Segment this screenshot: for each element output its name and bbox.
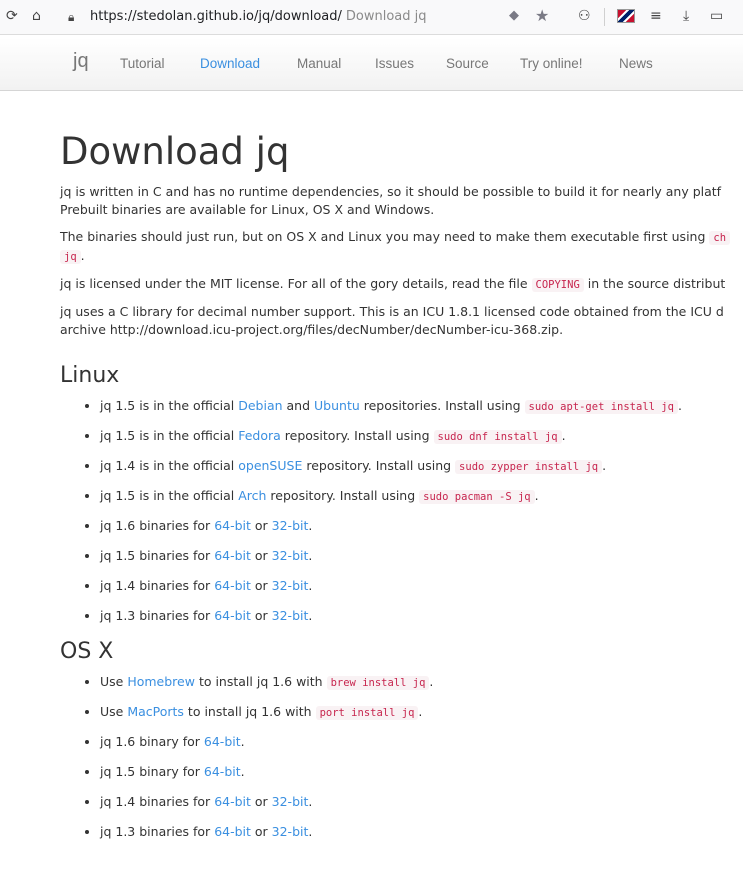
reading-list-icon[interactable]: ≡ <box>650 6 662 26</box>
linux-32bit-link[interactable]: 32-bit <box>272 608 309 623</box>
list-item: Use MacPorts to install jq 1.6 with port… <box>100 703 743 733</box>
homebrew-link[interactable]: Homebrew <box>127 674 195 689</box>
macports-link[interactable]: MacPorts <box>127 704 184 719</box>
linux-32bit-link[interactable]: 32-bit <box>272 578 309 593</box>
list-item: jq 1.5 binaries for 64-bit or 32-bit. <box>100 547 743 577</box>
nav-tutorial[interactable]: Tutorial <box>120 56 165 71</box>
list-item: Use Homebrew to install jq 1.6 with brew… <box>100 673 743 703</box>
nav-try-online[interactable]: Try online! <box>520 56 583 71</box>
nav-brand[interactable]: jq <box>73 50 89 73</box>
fedora-link[interactable]: Fedora <box>238 428 281 443</box>
code-copying: COPYING <box>531 278 584 292</box>
flag-icon[interactable] <box>617 9 635 23</box>
list-item: jq 1.5 is in the official Arch repositor… <box>100 487 743 517</box>
osx-64bit-link[interactable]: 64-bit <box>204 764 241 779</box>
browser-toolbar: ⟳ ⌂ 🔒︎ https://stedolan.github.io/jq/dow… <box>0 0 743 35</box>
linux-heading: Linux <box>60 363 120 388</box>
linux-64bit-link[interactable]: 64-bit <box>214 548 251 563</box>
account-icon[interactable]: ⚇ <box>578 6 591 26</box>
linux-64bit-link[interactable]: 64-bit <box>214 608 251 623</box>
intro-paragraph-1: jq is written in C and has no runtime de… <box>60 184 722 217</box>
linux-64bit-link[interactable]: 64-bit <box>214 518 251 533</box>
list-item: jq 1.3 binaries for 64-bit or 32-bit. <box>100 823 743 853</box>
list-item: jq 1.4 is in the official openSUSE repos… <box>100 457 743 487</box>
opensuse-link[interactable]: openSUSE <box>238 458 302 473</box>
main-content: Download jq jq is written in C and has n… <box>60 130 743 853</box>
list-item: jq 1.5 binary for 64-bit. <box>100 763 743 793</box>
osx-64bit-link[interactable]: 64-bit <box>214 824 251 839</box>
nav-source[interactable]: Source <box>446 56 489 71</box>
lock-icon: 🔒︎ <box>68 10 75 24</box>
intro-paragraph-2: The binaries should just run, but on OS … <box>60 228 743 266</box>
intro-paragraph-4: jq uses a C library for decimal number s… <box>60 304 724 337</box>
nav-news[interactable]: News <box>619 56 653 71</box>
osx-32bit-link[interactable]: 32-bit <box>272 794 309 809</box>
nav-download[interactable]: Download <box>200 56 260 71</box>
pocket-icon[interactable]: ◆ <box>509 8 519 23</box>
linux-32bit-link[interactable]: 32-bit <box>272 548 309 563</box>
osx-32bit-link[interactable]: 32-bit <box>272 824 309 839</box>
list-item: jq 1.4 binaries for 64-bit or 32-bit. <box>100 793 743 823</box>
ubuntu-link[interactable]: Ubuntu <box>314 398 360 413</box>
nav-issues[interactable]: Issues <box>375 56 414 71</box>
window-icon[interactable]: ▭ <box>710 6 723 26</box>
osx-heading: OS X <box>60 639 114 664</box>
list-item: jq 1.6 binaries for 64-bit or 32-bit. <box>100 517 743 547</box>
site-navbar: jq Tutorial Download Manual Issues Sourc… <box>0 38 743 91</box>
nav-manual[interactable]: Manual <box>297 56 341 71</box>
list-item: jq 1.6 binary for 64-bit. <box>100 733 743 763</box>
linux-32bit-link[interactable]: 32-bit <box>272 518 309 533</box>
code-chmod: ch <box>709 231 731 245</box>
reload-icon[interactable]: ⟳ <box>6 6 18 26</box>
url-text: https://stedolan.github.io/jq/download/ <box>90 9 342 24</box>
list-item: jq 1.5 is in the official Debian and Ubu… <box>100 397 743 427</box>
list-item: jq 1.3 binaries for 64-bit or 32-bit. <box>100 607 743 637</box>
tab-title: Download jq <box>345 9 427 24</box>
debian-link[interactable]: Debian <box>238 398 282 413</box>
list-item: jq 1.4 binaries for 64-bit or 32-bit. <box>100 577 743 607</box>
osx-list: Use Homebrew to install jq 1.6 with brew… <box>60 673 743 853</box>
arch-link[interactable]: Arch <box>238 488 266 503</box>
linux-list: jq 1.5 is in the official Debian and Ubu… <box>60 397 743 637</box>
download-icon[interactable]: ⤓ <box>683 6 689 26</box>
list-item: jq 1.5 is in the official Fedora reposit… <box>100 427 743 457</box>
intro-paragraph-3: jq is licensed under the MIT license. Fo… <box>60 276 726 292</box>
osx-64bit-link[interactable]: 64-bit <box>204 734 241 749</box>
osx-64bit-link[interactable]: 64-bit <box>214 794 251 809</box>
page-title: Download jq <box>60 130 290 173</box>
bookmark-star-icon[interactable]: ★ <box>535 6 549 25</box>
address-bar[interactable]: 🔒︎ https://stedolan.github.io/jq/downloa… <box>62 4 562 30</box>
home-icon[interactable]: ⌂ <box>32 6 41 26</box>
code-jq: jq <box>60 250 81 264</box>
linux-64bit-link[interactable]: 64-bit <box>214 578 251 593</box>
